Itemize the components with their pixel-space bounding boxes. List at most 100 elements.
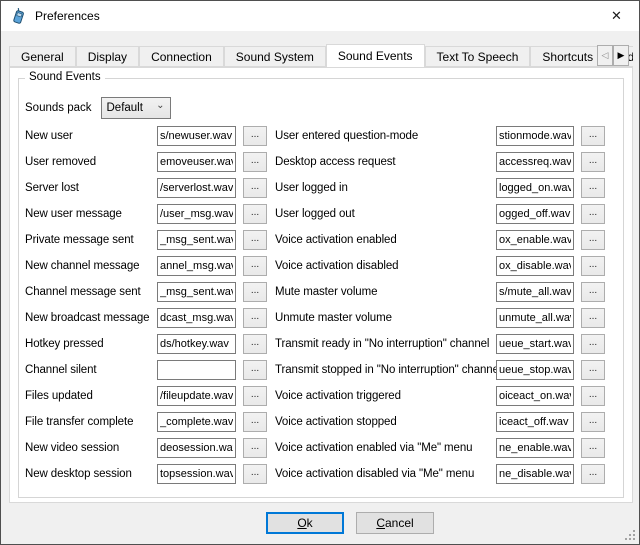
- sound-event-label: Voice activation triggered: [275, 390, 496, 402]
- sound-event-row: New desktop session ...: [25, 464, 267, 484]
- browse-button[interactable]: ...: [243, 438, 267, 458]
- ok-button[interactable]: Ok: [266, 512, 344, 534]
- browse-button[interactable]: ...: [243, 126, 267, 146]
- sound-event-row: Private message sent ...: [25, 230, 267, 250]
- cancel-button[interactable]: Cancel: [356, 512, 434, 534]
- app-icon: [10, 8, 27, 25]
- browse-button[interactable]: ...: [581, 204, 605, 224]
- sound-event-row: User removed ...: [25, 152, 267, 172]
- tab[interactable]: Display: [76, 46, 139, 67]
- sounds-pack-row: Sounds pack Default ⌄: [25, 97, 171, 119]
- browse-button[interactable]: ...: [581, 360, 605, 380]
- browse-button[interactable]: ...: [581, 256, 605, 276]
- tab[interactable]: Sound System: [224, 46, 326, 67]
- browse-button[interactable]: ...: [243, 230, 267, 250]
- sound-file-input[interactable]: [496, 230, 574, 250]
- sound-event-row: Voice activation stopped ...: [275, 412, 605, 432]
- browse-button[interactable]: ...: [243, 386, 267, 406]
- sound-file-input[interactable]: [496, 386, 574, 406]
- browse-button[interactable]: ...: [243, 282, 267, 302]
- tab-bar: General Display Connection Sound System …: [9, 43, 633, 67]
- sound-file-input[interactable]: [157, 282, 236, 302]
- sound-file-input[interactable]: [157, 256, 236, 276]
- browse-button[interactable]: ...: [581, 464, 605, 484]
- sound-file-input[interactable]: [496, 178, 574, 198]
- sounds-pack-dropdown[interactable]: Default ⌄: [101, 97, 171, 119]
- browse-button[interactable]: ...: [581, 438, 605, 458]
- browse-button[interactable]: ...: [243, 360, 267, 380]
- sound-file-input[interactable]: [496, 308, 574, 328]
- sound-file-input[interactable]: [496, 126, 574, 146]
- tab[interactable]: Connection: [139, 46, 224, 67]
- tab[interactable]: Sound Events: [326, 44, 425, 67]
- browse-button[interactable]: ...: [243, 152, 267, 172]
- sound-event-label: New desktop session: [25, 468, 157, 480]
- sound-event-row: Unmute master volume ...: [275, 308, 605, 328]
- browse-button[interactable]: ...: [581, 230, 605, 250]
- browse-button[interactable]: ...: [581, 178, 605, 198]
- sound-file-input[interactable]: [496, 334, 574, 354]
- sound-event-label: Voice activation disabled via "Me" menu: [275, 468, 496, 480]
- sound-file-input[interactable]: [157, 204, 236, 224]
- browse-button[interactable]: ...: [243, 464, 267, 484]
- tab-label: Connection: [151, 50, 212, 64]
- sound-file-input[interactable]: [157, 308, 236, 328]
- browse-button[interactable]: ...: [581, 412, 605, 432]
- sound-file-input[interactable]: [157, 412, 236, 432]
- browse-button[interactable]: ...: [581, 308, 605, 328]
- sound-events-groupbox: Sound Events Sounds pack Default ⌄ New u…: [18, 78, 624, 498]
- sound-event-row: Channel message sent ...: [25, 282, 267, 302]
- sound-file-input[interactable]: [157, 360, 236, 380]
- sound-file-input[interactable]: [496, 438, 574, 458]
- tab-label: Text To Speech: [437, 50, 519, 64]
- sound-file-input[interactable]: [157, 126, 236, 146]
- browse-button[interactable]: ...: [581, 282, 605, 302]
- browse-button[interactable]: ...: [581, 386, 605, 406]
- browse-button[interactable]: ...: [581, 334, 605, 354]
- browse-button[interactable]: ...: [243, 178, 267, 198]
- browse-button[interactable]: ...: [243, 412, 267, 432]
- sound-file-input[interactable]: [496, 204, 574, 224]
- tab[interactable]: Text To Speech: [425, 46, 531, 67]
- sounds-pack-value: Default: [107, 102, 157, 114]
- browse-button[interactable]: ...: [581, 126, 605, 146]
- sound-file-input[interactable]: [157, 152, 236, 172]
- sound-file-input[interactable]: [496, 256, 574, 276]
- ok-button-label: Ok: [297, 516, 312, 530]
- sound-event-row: Desktop access request ...: [275, 152, 605, 172]
- tab-label: Shortcuts: [542, 50, 593, 64]
- tab[interactable]: Shortcuts: [530, 46, 605, 67]
- tab-scroll-right-button[interactable]: ▶: [613, 45, 629, 66]
- cancel-button-label: Cancel: [376, 516, 413, 530]
- sound-event-label: New channel message: [25, 260, 157, 272]
- sound-file-input[interactable]: [496, 282, 574, 302]
- sound-event-label: User logged in: [275, 182, 496, 194]
- sound-file-input[interactable]: [157, 178, 236, 198]
- browse-button[interactable]: ...: [243, 334, 267, 354]
- sound-file-input[interactable]: [496, 152, 574, 172]
- sound-file-input[interactable]: [157, 230, 236, 250]
- close-button[interactable]: ✕: [594, 1, 639, 30]
- sound-event-label: Server lost: [25, 182, 157, 194]
- sound-event-label: New user: [25, 130, 157, 142]
- sound-event-row: Files updated ...: [25, 386, 267, 406]
- sound-file-input[interactable]: [157, 438, 236, 458]
- sound-file-input[interactable]: [157, 386, 236, 406]
- tab-scroll-left-button[interactable]: ◁: [597, 45, 613, 66]
- sound-event-label: New video session: [25, 442, 157, 454]
- tab[interactable]: General: [9, 46, 76, 67]
- window-title: Preferences: [35, 9, 100, 23]
- browse-button[interactable]: ...: [243, 204, 267, 224]
- sound-event-label: User logged out: [275, 208, 496, 220]
- browse-button[interactable]: ...: [243, 256, 267, 276]
- sound-file-input[interactable]: [157, 334, 236, 354]
- resize-grip[interactable]: [625, 530, 636, 541]
- sound-event-label: Transmit ready in "No interruption" chan…: [275, 338, 496, 350]
- browse-button[interactable]: ...: [581, 152, 605, 172]
- browse-button[interactable]: ...: [243, 308, 267, 328]
- sound-file-input[interactable]: [496, 360, 574, 380]
- sound-event-row: Transmit stopped in "No interruption" ch…: [275, 360, 605, 380]
- sound-file-input[interactable]: [157, 464, 236, 484]
- sound-file-input[interactable]: [496, 412, 574, 432]
- sound-file-input[interactable]: [496, 464, 574, 484]
